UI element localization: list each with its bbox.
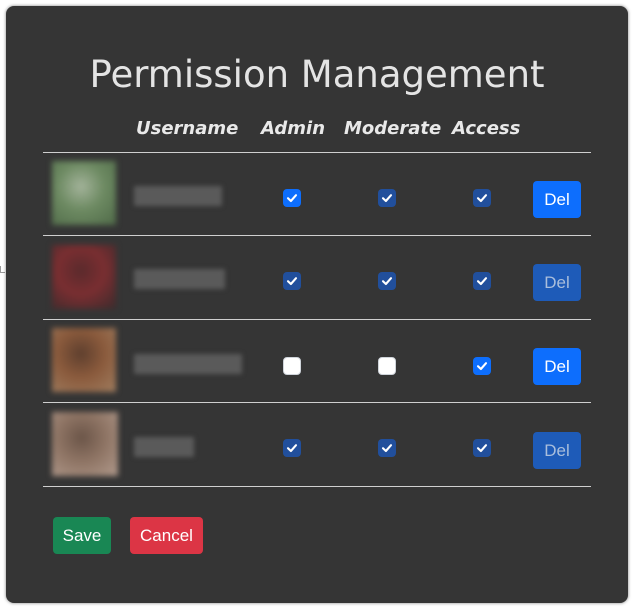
admin-checkbox[interactable]: [283, 357, 301, 375]
cancel-button[interactable]: Cancel: [130, 517, 203, 554]
avatar: [52, 328, 116, 392]
column-header-moderate: Moderate: [344, 118, 442, 139]
table-row: Del: [43, 403, 591, 485]
dialog-title: Permission Management: [89, 53, 545, 96]
table-row: Del: [43, 153, 591, 235]
permission-dialog: Permission Management Username Admin Mod…: [6, 6, 628, 603]
background-mark: [0, 266, 5, 273]
access-checkbox: [473, 439, 491, 457]
username-text: [134, 269, 225, 289]
moderate-checkbox: [378, 189, 396, 207]
column-header-username: Username: [136, 118, 239, 139]
access-checkbox: [473, 272, 491, 290]
username-text: [134, 186, 222, 206]
avatar: [52, 412, 118, 476]
column-header-admin: Admin: [261, 118, 326, 139]
admin-checkbox: [283, 439, 301, 457]
delete-button[interactable]: Del: [533, 181, 581, 218]
moderate-checkbox: [378, 272, 396, 290]
admin-checkbox[interactable]: [283, 189, 301, 207]
admin-checkbox: [283, 272, 301, 290]
avatar: [52, 161, 116, 225]
access-checkbox[interactable]: [473, 357, 491, 375]
avatar: [52, 245, 116, 309]
save-button[interactable]: Save: [53, 517, 111, 554]
access-checkbox: [473, 189, 491, 207]
delete-button[interactable]: Del: [533, 348, 581, 385]
moderate-checkbox: [378, 439, 396, 457]
column-header-access: Access: [452, 118, 521, 139]
table-row: Del: [43, 320, 591, 402]
moderate-checkbox[interactable]: [378, 357, 396, 375]
username-text: [134, 354, 242, 374]
delete-button: Del: [533, 432, 581, 469]
table-divider: [43, 486, 591, 487]
username-text: [134, 437, 194, 457]
delete-button: Del: [533, 264, 581, 301]
table-row: Del: [43, 236, 591, 318]
